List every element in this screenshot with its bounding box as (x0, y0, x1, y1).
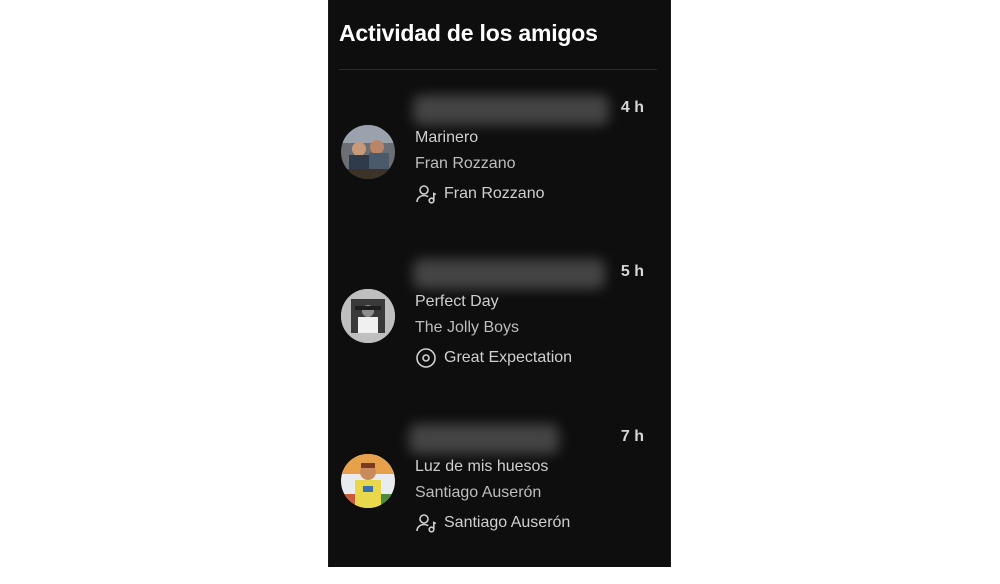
context-label: Fran Rozzano (444, 185, 545, 202)
friend-activity-panel: Actividad de los amigos 4 h Marinero Fra… (328, 0, 671, 567)
user-icon (415, 512, 437, 534)
artist-name[interactable]: Fran Rozzano (415, 155, 516, 173)
avatar[interactable] (341, 289, 395, 343)
artist-name[interactable]: Santiago Auserón (415, 484, 541, 502)
divider (339, 69, 657, 70)
user-icon (415, 183, 437, 205)
avatar[interactable] (341, 454, 395, 508)
artist-name[interactable]: The Jolly Boys (415, 319, 519, 337)
avatar[interactable] (341, 125, 395, 179)
album-icon (415, 347, 437, 369)
activity-time: 5 h (620, 263, 644, 280)
song-title[interactable]: Perfect Day (415, 293, 499, 311)
friend-entry[interactable]: 4 h Marinero Fran Rozzano Fran Rozzano (329, 95, 670, 255)
context-label: Santiago Auserón (444, 514, 571, 531)
friend-entry[interactable]: 7 h Luz de mis huesos Santiago Auserón S… (329, 424, 670, 584)
context-link[interactable]: Santiago Auserón (415, 512, 570, 534)
blurred-friend-name (413, 259, 605, 289)
song-title[interactable]: Marinero (415, 129, 478, 147)
blurred-friend-name (413, 95, 609, 125)
friend-entry[interactable]: 5 h Perfect Day The Jolly Boys Great Exp… (329, 259, 670, 419)
panel-title: Actividad de los amigos (339, 20, 598, 46)
context-link[interactable]: Fran Rozzano (415, 183, 545, 205)
activity-time: 4 h (620, 99, 644, 116)
context-label: Great Expectation (444, 349, 573, 366)
context-link[interactable]: Great Expectation (415, 347, 572, 369)
activity-time: 7 h (620, 428, 644, 445)
song-title[interactable]: Luz de mis huesos (415, 458, 548, 476)
blurred-friend-name (409, 424, 559, 454)
